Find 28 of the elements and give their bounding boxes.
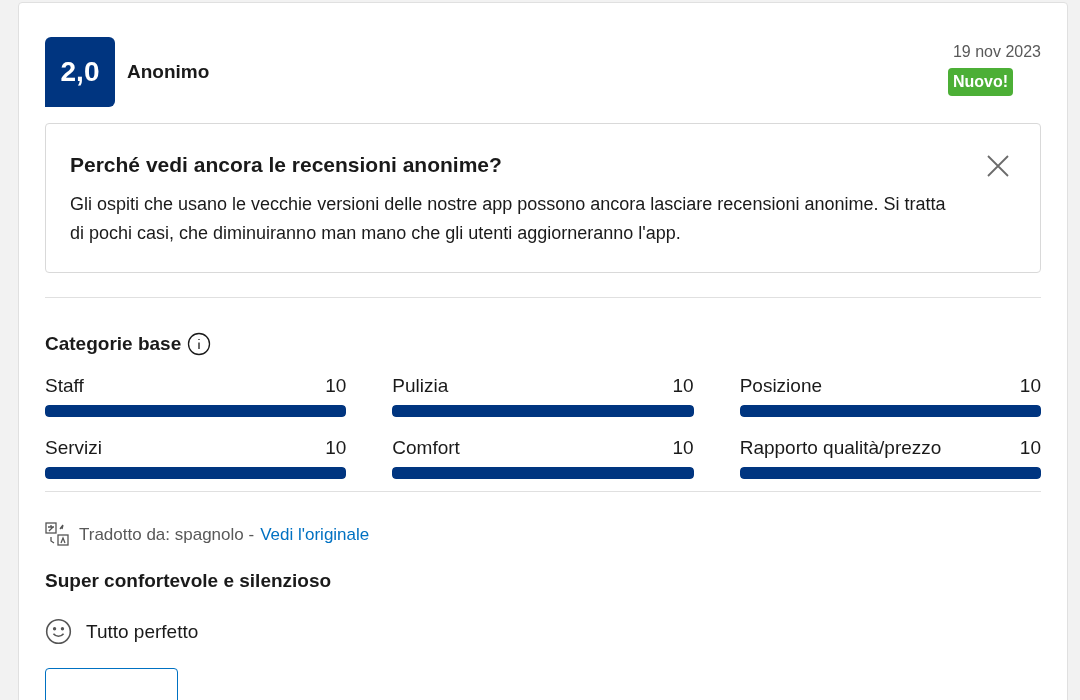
smiley-icon [45,618,72,646]
category-score: 10 [672,373,694,398]
category-score: 10 [325,435,347,460]
category-score: 10 [672,435,694,460]
author-name: Anonimo [127,59,210,84]
review-title: Super confortevole e silenzioso [45,569,333,593]
category-label: Staff [45,373,84,398]
original-link[interactable]: Vedi l'originale [260,521,370,547]
category-label: Posizione [739,373,823,398]
category-label: Rapporto qualità/prezzo [739,435,942,460]
categories-title: Categorie base [45,332,182,356]
notice-title: Perché vedi ancora le recensioni anonime? [70,152,502,178]
score-badge: 2,0 [45,37,115,107]
review-date: 19 nov 2023 [952,42,1041,62]
close-icon[interactable] [986,154,1010,178]
positive-comment: Tutto perfetto [86,619,199,644]
translation-note: Tradotto da: spagnolo - [79,523,255,546]
category-label: Comfort [392,435,460,460]
category-label: Pulizia [392,373,449,398]
notice-text: Gli ospiti che usano le vecchie versioni delle nostre app possono ancora lasciare recensioni anonime. Si tratta di pochi casi, che diminuiranno man mano che gli utenti aggiorneranno l'app. [70,193,947,245]
info-icon[interactable] [187,332,212,357]
category-score: 10 [325,373,347,398]
outline-button[interactable] [45,668,178,700]
category-score: 10 [1019,435,1041,460]
translate-icon [45,522,69,547]
category-label: Servizi [45,435,102,460]
new-badge: Nuovo! [947,68,1013,96]
category-score: 10 [1019,373,1041,398]
